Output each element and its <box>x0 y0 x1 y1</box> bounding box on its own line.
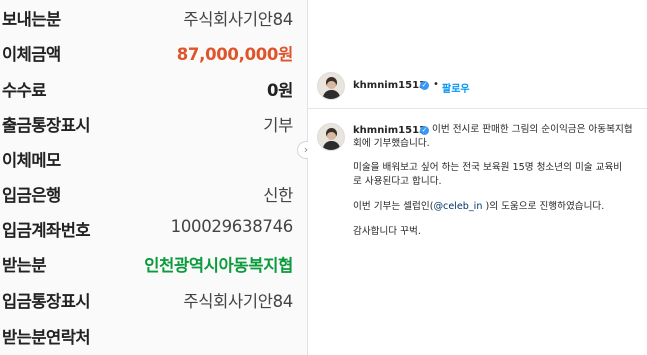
caption-text: )의 도움으로 진행하였습니다. <box>482 201 605 212</box>
row-label: 이체금액 <box>2 45 61 64</box>
avatar[interactable] <box>317 72 345 100</box>
row-label: 입금은행 <box>2 186 61 205</box>
caption-line: 감사합니다 꾸벅. <box>353 226 421 237</box>
row-label: 수수료 <box>2 81 47 100</box>
separator-dot: • <box>433 79 439 90</box>
caption-line: 회에 기부했습니다. <box>353 138 430 149</box>
row-value: 기부 <box>263 116 293 135</box>
transfer-details-panel: 보내는분 주식회사기안84 이체금액 87,000,000원 수수료 0원 출금… <box>0 0 307 355</box>
instagram-post-panel: khmnim1513 ✓ • 팔로우 khmnim1513 ✓ 이번 전시로 판… <box>308 0 647 355</box>
caption-text: 이번 기부는 셀럽인( <box>353 201 434 212</box>
row-label: 입금통장표시 <box>2 292 91 311</box>
mention-link[interactable]: @celeb_in <box>433 201 482 212</box>
caption-line: 이번 전시로 판매한 그림의 순이익금은 아동복지협 <box>432 124 633 135</box>
post-header: khmnim1513 ✓ • 팔로우 <box>308 65 647 109</box>
verified-badge-icon: ✓ <box>420 81 429 90</box>
row-deposit-display: 입금통장표시 주식회사기안84 <box>0 282 307 318</box>
row-value: 주식회사기안84 <box>183 292 293 311</box>
caption-username[interactable]: khmnim1513 <box>353 125 426 136</box>
row-label: 출금통장표시 <box>2 116 91 135</box>
row-sender: 보내는분 주식회사기안84 <box>0 0 307 36</box>
row-value: 0원 <box>266 81 293 100</box>
caption-line: 이번 기부는 셀럽인(@celeb_in )의 도움으로 진행하였습니다. <box>353 200 604 214</box>
post-username[interactable]: khmnim1513 <box>353 80 426 91</box>
row-value: 100029638746 <box>170 217 294 236</box>
row-label: 받는분 <box>2 256 47 275</box>
verified-badge-icon: ✓ <box>420 126 429 135</box>
row-label: 보내는분 <box>2 10 61 29</box>
row-withdraw-display: 출금통장표시 기부 <box>0 106 307 142</box>
row-fee: 수수료 0원 <box>0 71 307 107</box>
row-amount: 이체금액 87,000,000원 <box>0 35 307 71</box>
row-value: 주식회사기안84 <box>183 10 293 29</box>
row-account-number: 입금계좌번호 100029638746 <box>0 211 307 247</box>
row-value: 인천광역시아동복지협 <box>144 256 293 275</box>
row-label: 이체메모 <box>2 151 61 170</box>
row-value: 신한 <box>263 186 293 205</box>
row-bank: 입금은행 신한 <box>0 176 307 212</box>
row-recipient: 받는분 인천광역시아동복지협 <box>0 246 307 282</box>
row-label: 입금계좌번호 <box>2 221 91 240</box>
row-value: 87,000,000원 <box>176 45 294 64</box>
caption-line: 로 사용된다고 합니다. <box>353 176 442 187</box>
row-recipient-contact: 받는분연락처 <box>0 318 307 354</box>
caption-line: 미술을 배워보고 싶어 하는 전국 보육원 15명 청소년의 미술 교육비 <box>353 162 623 173</box>
row-label: 받는분연락처 <box>2 328 91 347</box>
follow-button[interactable]: 팔로우 <box>442 80 470 95</box>
avatar[interactable] <box>317 123 345 151</box>
row-memo: 이체메모 <box>0 141 307 177</box>
